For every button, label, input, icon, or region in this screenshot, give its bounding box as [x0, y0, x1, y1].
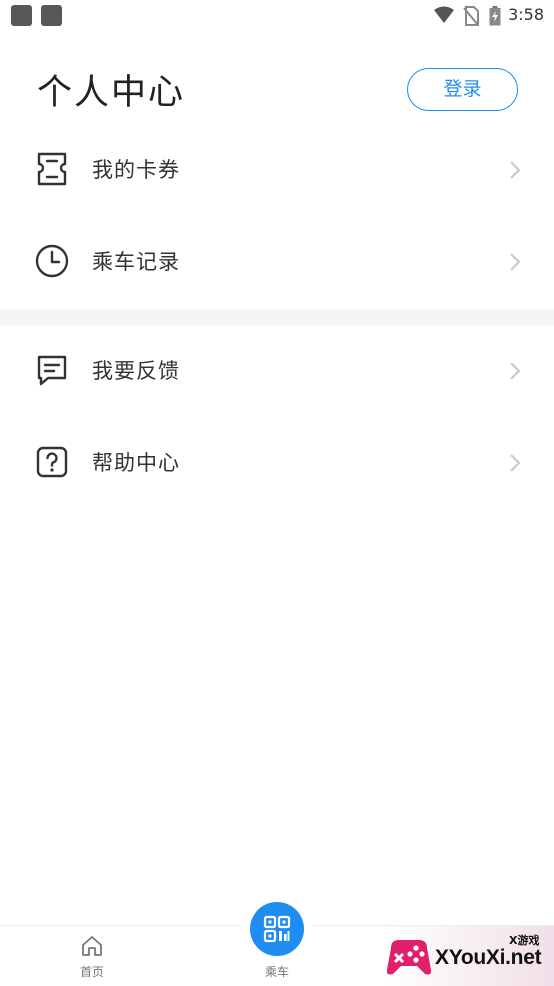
notification-icon: [11, 5, 32, 26]
chevron-right-icon: [510, 362, 521, 380]
clock-icon: [35, 244, 69, 278]
ticket-icon: [37, 152, 67, 186]
no-sim-icon: [463, 6, 479, 26]
gamepad-logo-icon: [386, 940, 432, 975]
status-time: 3:58: [508, 5, 544, 24]
menu-item-feedback[interactable]: 我要反馈: [0, 330, 554, 410]
menu-label: 帮助中心: [92, 451, 180, 475]
nav-ride-label: 乘车: [264, 965, 289, 979]
nav-home[interactable]: 首页: [42, 926, 142, 986]
menu-label: 我的卡券: [92, 158, 180, 182]
notification-icon: [41, 5, 62, 26]
status-bar: 3:58: [0, 0, 554, 32]
menu-item-ride-records[interactable]: 乘车记录: [0, 221, 554, 301]
chevron-right-icon: [510, 454, 521, 472]
qr-code-icon: [263, 915, 291, 943]
login-button[interactable]: 登录: [407, 68, 518, 111]
watermark: X游戏 XYouXi.net: [383, 926, 554, 986]
chevron-right-icon: [510, 161, 521, 179]
watermark-text: XYouXi.net: [435, 946, 542, 969]
menu-item-help-center[interactable]: 帮助中心: [0, 422, 554, 502]
profile-screen: 3:58 个人中心 登录 我的卡券 乘车记录 我要反馈 帮助中心 首页 乘车 X…: [0, 0, 554, 986]
help-icon: [36, 446, 68, 478]
message-icon: [37, 355, 67, 386]
menu-label: 乘车记录: [92, 250, 180, 274]
ride-qr-button[interactable]: [250, 902, 304, 956]
page-title: 个人中心: [37, 73, 186, 113]
section-divider: [0, 309, 554, 325]
chevron-right-icon: [510, 253, 521, 271]
home-icon: [82, 936, 102, 956]
menu-label: 我要反馈: [92, 359, 180, 383]
wifi-icon: [434, 6, 454, 23]
battery-icon: [489, 6, 501, 26]
menu-item-coupons[interactable]: 我的卡券: [0, 129, 554, 209]
nav-home-label: 首页: [79, 965, 104, 979]
